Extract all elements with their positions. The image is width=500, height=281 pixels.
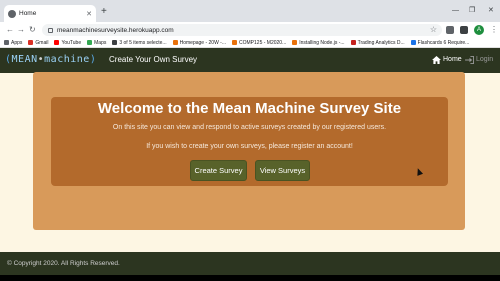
extension-icon[interactable]: [446, 26, 454, 34]
bookmark-item[interactable]: Gmail: [28, 40, 48, 46]
profile-avatar[interactable]: A: [474, 25, 484, 35]
bookmark-label: 3 of 5 items selecte...: [119, 39, 167, 46]
back-icon[interactable]: ←: [6, 25, 14, 35]
forward-icon[interactable]: →: [17, 25, 25, 35]
bookmark-icon: [350, 40, 356, 45]
new-tab-icon[interactable]: +: [101, 7, 107, 17]
minimize-icon[interactable]: —: [452, 7, 459, 15]
reload-icon[interactable]: ↻: [29, 25, 36, 35]
bookmark-label: Gmail: [35, 39, 49, 46]
bookmark-label: Maps: [94, 39, 107, 46]
close-tab-icon[interactable]: ✕: [86, 10, 92, 18]
bookmark-item[interactable]: Maps: [87, 40, 106, 46]
puzzle-icon[interactable]: [460, 26, 468, 34]
bookmark-item[interactable]: Flashcards 6 Require...: [410, 39, 470, 46]
view-surveys-button[interactable]: View Surveys: [255, 160, 310, 181]
home-icon: [432, 56, 441, 64]
intro-text: On this site you can view and respond to…: [112, 124, 387, 131]
tab-title: Home: [19, 10, 37, 17]
bookmark-item[interactable]: COMP125 - M2020...: [232, 40, 286, 46]
bookmark-item[interactable]: YouTube: [54, 40, 81, 46]
bookmark-icon: [172, 40, 178, 45]
sign-in-icon: [465, 56, 474, 64]
address-bar[interactable]: meanmachinesurveysite.herokuapp.com: [42, 24, 442, 36]
browser-tab-bar: Home ✕ + — ❐ ✕: [0, 0, 500, 22]
bookmarks-bar: Apps Gmail YouTube Maps 3 of 5 items selecte…: [0, 38, 500, 48]
lock-icon: [48, 27, 53, 33]
bookmark-icon: [410, 40, 416, 45]
bookmark-label: Flashcards 6 Require...: [417, 39, 470, 46]
bookmark-icon: [112, 40, 118, 45]
bookmark-item[interactable]: Homepage - 20W -...: [172, 39, 227, 46]
bookmark-label: Homepage - 20W -...: [179, 39, 227, 46]
nav-login-label: Login: [476, 56, 494, 63]
browser-tab-home[interactable]: Home ✕: [4, 5, 96, 22]
bookmark-item[interactable]: Installing Node.js -...: [292, 39, 345, 46]
create-survey-button[interactable]: Create Survey: [190, 160, 247, 181]
bookmark-icon: [28, 40, 34, 45]
bookmark-icon: [292, 40, 298, 45]
bookmark-star-icon[interactable]: ☆: [430, 25, 437, 35]
bookmark-item[interactable]: 3 of 5 items selecte...: [112, 39, 167, 46]
site-logo[interactable]: (MEAN•machine): [5, 54, 96, 66]
bookmark-icon: [232, 40, 238, 45]
bookmark-item[interactable]: Apps: [4, 40, 22, 46]
bookmark-icon: [54, 40, 60, 45]
restore-icon[interactable]: ❐: [469, 7, 475, 15]
register-prompt: If you wish to create your own surveys, …: [146, 143, 353, 150]
bookmark-label: Apps: [11, 39, 23, 46]
url-text: meanmachinesurveysite.herokuapp.com: [57, 26, 174, 34]
site-footer: © Copyright 2020. All Rights Reserved.: [0, 252, 500, 275]
globe-icon: [8, 9, 16, 18]
browser-toolbar: ← → ↻ meanmachinesurveysite.herokuapp.co…: [0, 22, 500, 38]
nav-home-label: Home: [443, 56, 462, 63]
bookmark-label: Trading Analytics D...: [357, 39, 405, 46]
site-navbar: (MEAN•machine) Create Your Own Survey Ho…: [0, 48, 500, 73]
copyright-text: © Copyright 2020. All Rights Reserved.: [7, 260, 120, 267]
nav-login-link[interactable]: Login: [465, 55, 493, 65]
bookmark-label: COMP125 - M2020...: [239, 39, 287, 46]
menu-icon[interactable]: ⋮: [490, 25, 498, 35]
page-body: (MEAN•machine) Create Your Own Survey Ho…: [0, 48, 500, 275]
close-window-icon[interactable]: ✕: [488, 7, 494, 15]
bookmark-label: YouTube: [61, 39, 82, 46]
site-subtitle: Create Your Own Survey: [109, 55, 198, 64]
page-title: Welcome to the Mean Machine Survey Site: [97, 100, 402, 117]
bookmark-item[interactable]: Trading Analytics D...: [350, 39, 405, 46]
bookmark-icon: [4, 40, 9, 45]
bookmark-label: Installing Node.js -...: [299, 39, 345, 46]
nav-home-link[interactable]: Home: [432, 55, 462, 65]
bookmark-icon: [87, 40, 93, 45]
